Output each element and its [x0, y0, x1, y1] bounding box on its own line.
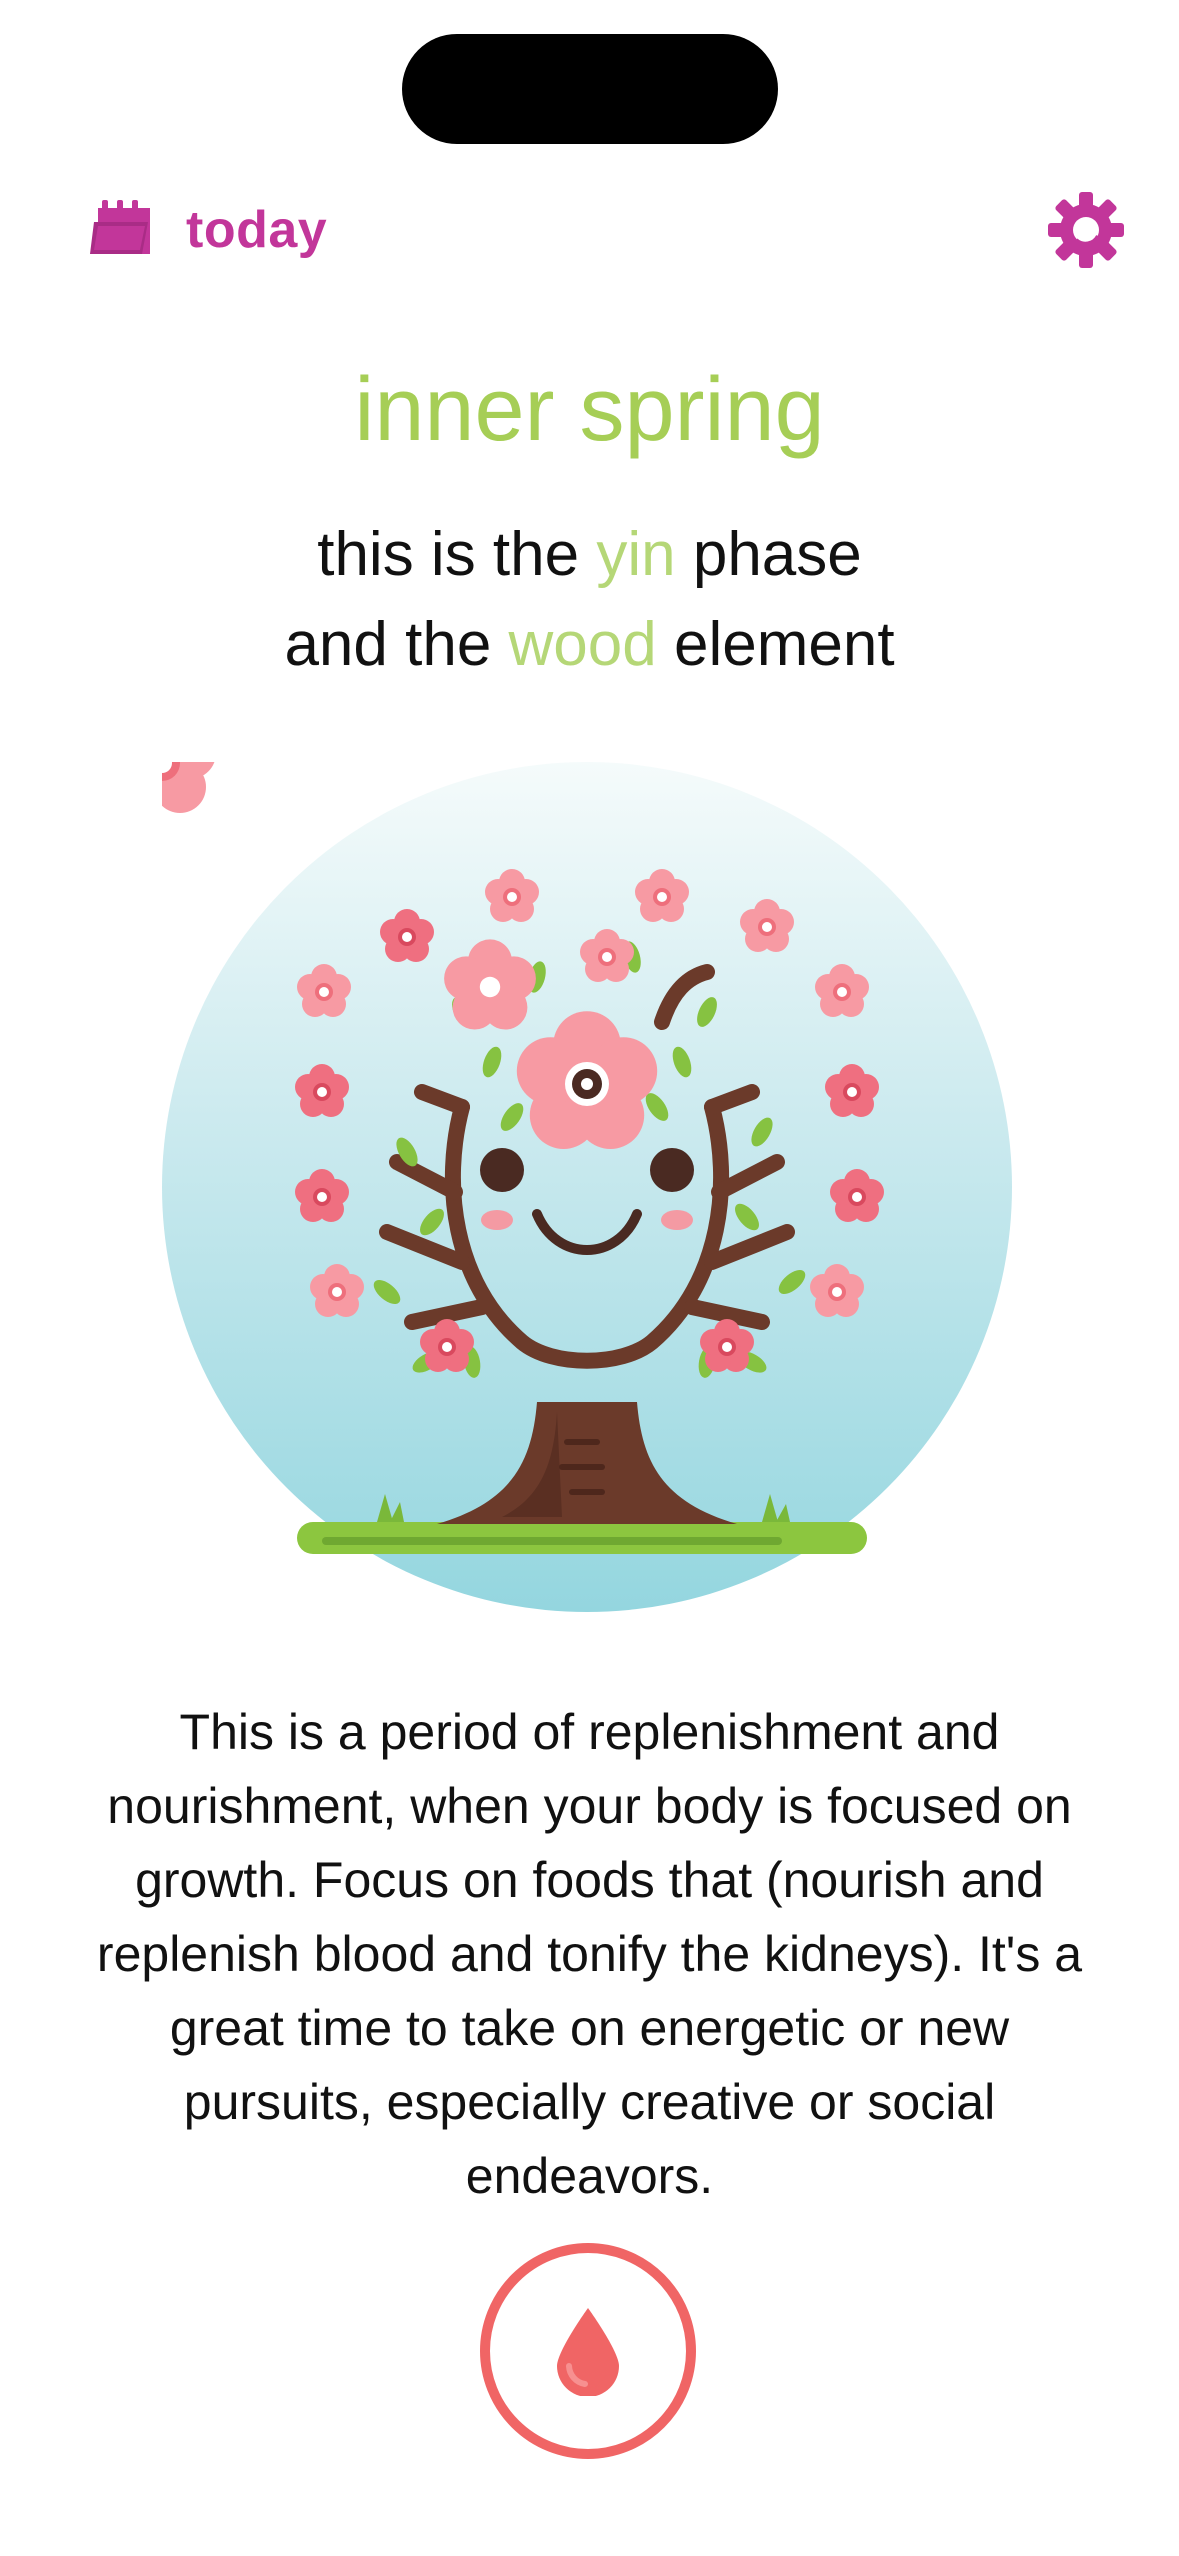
- element-line-suffix: element: [656, 610, 895, 679]
- phase-line-prefix: this is the: [317, 520, 597, 589]
- today-button[interactable]: today: [90, 194, 327, 266]
- dynamic-island: [402, 34, 778, 144]
- phase-title: inner spring: [354, 360, 825, 460]
- phase-line-suffix: phase: [675, 520, 862, 589]
- phase-subtitle: this is the yin phase and the wood eleme…: [0, 510, 1179, 690]
- log-period-button[interactable]: [480, 2243, 696, 2459]
- element-name: wood: [508, 610, 657, 679]
- settings-button[interactable]: [1046, 190, 1126, 270]
- today-label: today: [186, 201, 328, 259]
- element-line: and the wood element: [0, 600, 1179, 690]
- phase-description: This is a period of replenishment and no…: [96, 1704, 1083, 2204]
- calendar-icon: [90, 200, 156, 260]
- phase-illustration: [108, 707, 1012, 1612]
- element-line-prefix: and the: [284, 610, 509, 679]
- phase-name: yin: [596, 520, 676, 589]
- phase-line: this is the yin phase: [0, 510, 1179, 600]
- gear-icon: [1048, 192, 1124, 268]
- cherry-blossom-tree-icon: [108, 707, 1012, 1612]
- blood-drop-icon: [557, 2308, 619, 2396]
- top-bar: today: [0, 180, 1179, 280]
